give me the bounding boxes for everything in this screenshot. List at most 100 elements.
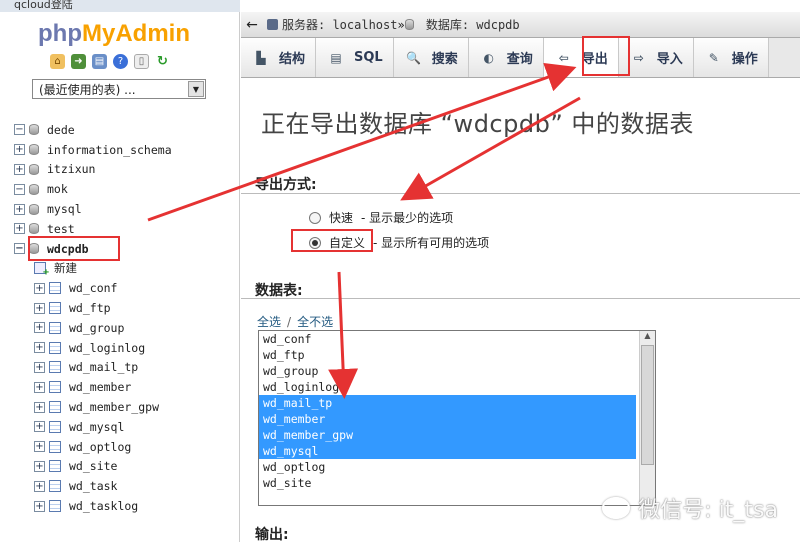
wechat-icon bbox=[602, 497, 631, 519]
table-option[interactable]: wd_member bbox=[259, 411, 636, 427]
database-icon bbox=[29, 124, 39, 136]
tree-table-item[interactable]: + wd_ftp bbox=[14, 298, 172, 318]
sql-icon[interactable]: ▤ bbox=[92, 54, 107, 69]
table-icon bbox=[49, 480, 61, 493]
import-icon: ⇨ bbox=[633, 50, 644, 65]
tab-structure[interactable]: ▙ 结构 bbox=[241, 38, 317, 77]
table-option[interactable]: wd_mail_tp bbox=[259, 395, 636, 411]
refresh-icon[interactable]: ↻ bbox=[155, 54, 170, 69]
highlight-export-tab bbox=[582, 36, 630, 76]
expand-icon[interactable]: + bbox=[14, 223, 25, 235]
tree-db-mysql[interactable]: + mysql bbox=[14, 199, 172, 219]
expand-icon[interactable]: + bbox=[14, 144, 25, 156]
tree-table-item[interactable]: + wd_task bbox=[14, 476, 172, 496]
collapse-icon[interactable]: − bbox=[14, 183, 25, 195]
expand-icon[interactable]: + bbox=[34, 361, 45, 373]
phpmyadmin-logo[interactable]: phpMyAdmin bbox=[38, 20, 190, 48]
expand-icon[interactable]: + bbox=[34, 322, 45, 334]
server-icon bbox=[267, 19, 278, 30]
expand-icon[interactable]: + bbox=[34, 460, 45, 472]
tab-query[interactable]: ◐ 查询 bbox=[468, 38, 544, 77]
tree-db-mok[interactable]: − mok bbox=[14, 179, 172, 199]
tree-table-item[interactable]: + wd_member_gpw bbox=[14, 397, 172, 417]
tree-table-item[interactable]: + wd_site bbox=[14, 457, 172, 477]
table-option[interactable]: wd_member_gpw bbox=[259, 427, 636, 443]
recent-tables-value: (最近使用的表) ... bbox=[39, 82, 136, 97]
table-icon bbox=[49, 361, 61, 374]
breadcrumb-server[interactable]: 服务器: localhost bbox=[267, 16, 397, 33]
new-table-icon bbox=[34, 262, 49, 278]
exit-icon[interactable]: ➜ bbox=[71, 54, 86, 69]
tables-multiselect[interactable]: wd_conf wd_ftp wd_group wd_loginlog wd_mail_… bbox=[258, 330, 656, 506]
select-none-link[interactable]: 全不选 bbox=[297, 315, 333, 329]
breadcrumb: ← 服务器: localhost » 数据库: wdcpdb bbox=[241, 12, 800, 38]
quick-export-option[interactable]: 快速 - 显示最少的选项 bbox=[309, 209, 453, 226]
doc-icon[interactable]: ▯ bbox=[134, 54, 149, 69]
table-option[interactable]: wd_loginlog bbox=[259, 379, 636, 395]
navigation-panel: phpMyAdmin ⌂ ➜ ▤ ? ▯ ↻ (最近使用的表) ... ▼ − … bbox=[0, 12, 240, 542]
table-option[interactable]: wd_site bbox=[259, 475, 636, 491]
tab-import[interactable]: ⇨ 导入 bbox=[618, 38, 694, 77]
collapse-icon[interactable]: − bbox=[14, 243, 25, 255]
sql-icon: ▤ bbox=[330, 50, 342, 65]
expand-icon[interactable]: + bbox=[34, 381, 45, 393]
table-option[interactable]: wd_ftp bbox=[259, 347, 636, 363]
table-option[interactable]: wd_conf bbox=[259, 331, 636, 347]
table-icon bbox=[49, 401, 61, 414]
expand-icon[interactable]: + bbox=[34, 302, 45, 314]
export-icon: ⇦ bbox=[558, 50, 569, 65]
database-icon bbox=[29, 183, 39, 195]
table-option[interactable]: wd_mysql bbox=[259, 443, 636, 459]
expand-icon[interactable]: + bbox=[34, 500, 45, 512]
breadcrumb-database[interactable]: 数据库: wdcpdb bbox=[404, 16, 520, 33]
tree-db-itzixun[interactable]: + itzixun bbox=[14, 160, 172, 180]
quick-radio[interactable] bbox=[309, 211, 321, 224]
expand-icon[interactable]: + bbox=[34, 401, 45, 413]
table-option[interactable]: wd_optlog bbox=[259, 459, 636, 475]
table-icon bbox=[49, 282, 61, 295]
divider bbox=[241, 193, 800, 194]
tree-table-item[interactable]: + wd_conf bbox=[14, 278, 172, 298]
tree-table-item[interactable]: + wd_member bbox=[14, 377, 172, 397]
tree-table-item[interactable]: + wd_mysql bbox=[14, 417, 172, 437]
expand-icon[interactable]: + bbox=[14, 163, 25, 175]
database-icon bbox=[29, 203, 39, 215]
tree-db-information-schema[interactable]: + information_schema bbox=[14, 140, 172, 160]
scrollbar[interactable]: ▲ bbox=[639, 331, 655, 505]
tree-table-item[interactable]: + wd_tasklog bbox=[14, 496, 172, 516]
collapse-icon[interactable]: − bbox=[14, 124, 25, 136]
recent-tables-select[interactable]: (最近使用的表) ... ▼ bbox=[32, 79, 206, 99]
table-option[interactable]: wd_group bbox=[259, 363, 636, 379]
window-title-bar: qcloud登陆 bbox=[0, 0, 240, 12]
select-all-link[interactable]: 全选 bbox=[257, 315, 281, 329]
expand-icon[interactable]: + bbox=[34, 441, 45, 453]
quick-label[interactable]: 快速 bbox=[329, 209, 353, 226]
tab-operations[interactable]: ✎ 操作 bbox=[693, 38, 769, 77]
highlight-custom-option bbox=[291, 229, 373, 252]
table-icon bbox=[49, 440, 61, 453]
back-arrow-icon[interactable]: ← bbox=[241, 14, 263, 36]
tab-sql[interactable]: ▤ SQL bbox=[316, 38, 394, 77]
tree-new-table[interactable]: 新建 bbox=[14, 259, 172, 278]
tab-search[interactable]: 🔍 搜索 bbox=[393, 38, 469, 77]
window-title: qcloud登陆 bbox=[14, 0, 73, 11]
tree-table-item[interactable]: + wd_loginlog bbox=[14, 338, 172, 358]
output-section-title: 输出: bbox=[255, 527, 289, 542]
tree-table-item[interactable]: + wd_mail_tp bbox=[14, 358, 172, 378]
database-icon bbox=[29, 223, 39, 235]
expand-icon[interactable]: + bbox=[34, 342, 45, 354]
chevron-down-icon[interactable]: ▼ bbox=[188, 81, 204, 97]
expand-icon[interactable]: + bbox=[34, 421, 45, 433]
expand-icon[interactable]: + bbox=[34, 480, 45, 492]
scroll-up-icon[interactable]: ▲ bbox=[640, 331, 655, 345]
help-icon[interactable]: ? bbox=[113, 54, 128, 69]
tree-table-item[interactable]: + wd_group bbox=[14, 318, 172, 338]
scroll-thumb[interactable] bbox=[641, 345, 654, 465]
home-icon[interactable]: ⌂ bbox=[50, 54, 65, 69]
tree-table-item[interactable]: + wd_optlog bbox=[14, 437, 172, 457]
expand-icon[interactable]: + bbox=[14, 203, 25, 215]
tree-db-dede[interactable]: − dede bbox=[14, 120, 172, 140]
quick-desc: - 显示最少的选项 bbox=[361, 211, 454, 225]
database-tree: − dede + information_schema + itzixun − … bbox=[14, 120, 172, 516]
expand-icon[interactable]: + bbox=[34, 282, 45, 294]
